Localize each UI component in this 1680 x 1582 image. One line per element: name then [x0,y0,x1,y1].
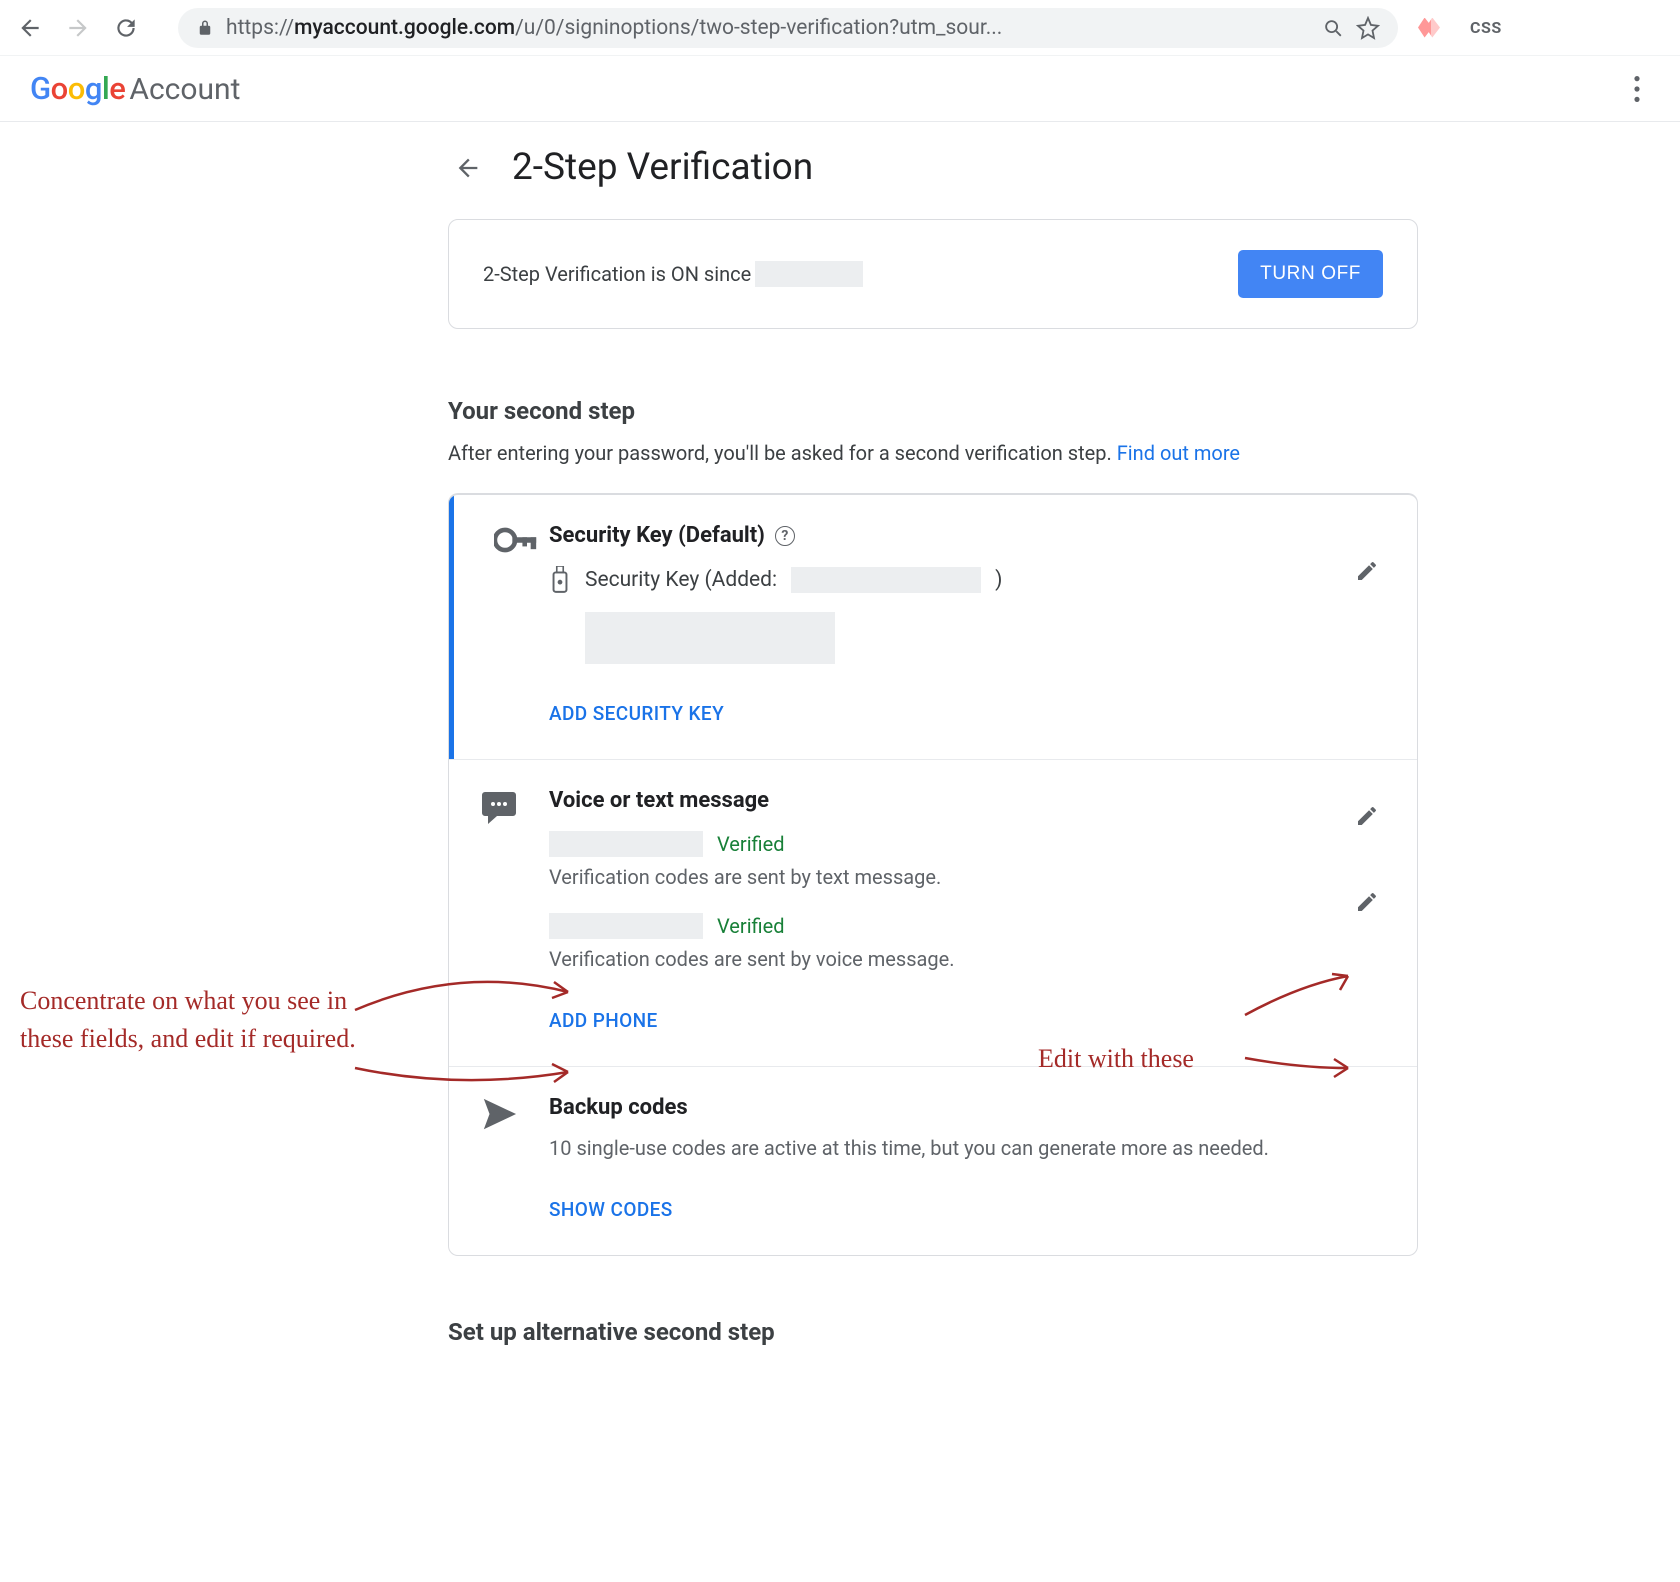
content: 2-Step Verification is ON since TURN OFF… [448,219,1418,1346]
sms-icon [481,790,517,824]
google-account-logo[interactable]: Google Account [30,70,240,107]
extension-icon[interactable] [1418,18,1440,38]
annotation-arrow-1 [350,960,580,1030]
annotation-left: Concentrate on what you see in these fie… [20,982,370,1057]
address-bar[interactable]: https://myaccount.google.com/u/0/signino… [178,8,1398,48]
security-key-entry: Security Key (Added: ) [549,566,1383,594]
methods-card: Security Key (Default) ? Security Key (A… [448,493,1418,1256]
airplane-icon [480,1097,518,1133]
lock-icon [196,19,214,37]
method-backup-codes: Backup codes 10 single-use codes are act… [449,1066,1417,1255]
app-header: Google Account [0,56,1680,122]
alternative-step-heading: Set up alternative second step [448,1318,1418,1346]
phone-entry-1: Verified [549,831,1383,857]
voice-text-title: Voice or text message [549,788,1383,813]
status-text: 2-Step Verification is ON since [483,261,863,287]
help-icon[interactable]: ? [775,526,795,546]
backup-codes-title: Backup codes [549,1095,1383,1120]
key-icon [494,525,538,555]
second-step-heading: Your second step [448,397,1418,425]
security-key-detail-redacted [585,612,1383,664]
edit-phone-1-button[interactable] [1355,804,1379,828]
annotation-arrow-4 [1240,1050,1360,1090]
google-logo: Google [30,70,125,107]
phone-2-redacted [549,913,703,939]
annotation-arrow-3 [1240,970,1360,1020]
status-date-redacted [755,261,863,287]
turn-off-button[interactable]: TURN OFF [1238,250,1383,298]
reload-button[interactable] [112,14,140,42]
edit-phone-2-button[interactable] [1355,890,1379,914]
phone-2-desc: Verification codes are sent by voice mes… [549,947,1383,971]
annotation-right: Edit with these [1038,1040,1194,1078]
bookmark-star-icon[interactable] [1356,16,1380,40]
nav-back-button[interactable] [16,14,44,42]
account-word: Account [129,72,240,107]
verified-label: Verified [717,914,785,938]
page-title: 2-Step Verification [512,146,813,189]
nav-forward-button[interactable] [64,14,92,42]
phone-1-redacted [549,831,703,857]
annotation-arrow-2 [350,1050,580,1100]
add-security-key-button[interactable]: ADD SECURITY KEY [549,702,1383,725]
browser-toolbar: https://myaccount.google.com/u/0/signino… [0,0,1680,56]
show-codes-button[interactable]: SHOW CODES [549,1198,1383,1221]
more-menu-button[interactable] [1624,66,1650,112]
edit-security-key-button[interactable] [1355,559,1379,583]
second-step-sub: After entering your password, you'll be … [448,441,1418,465]
find-out-more-link[interactable]: Find out more [1117,441,1240,465]
method-security-key: Security Key (Default) ? Security Key (A… [449,495,1417,759]
phone-entry-2: Verified [549,913,1383,939]
status-card: 2-Step Verification is ON since TURN OFF [448,219,1418,329]
verified-label: Verified [717,832,785,856]
css-extension-icon[interactable]: CSS [1470,18,1502,37]
search-address-icon[interactable] [1322,17,1344,39]
page-title-row: 2-Step Verification [0,122,1680,219]
backup-codes-desc: 10 single-use codes are active at this t… [549,1136,1383,1160]
security-key-title: Security Key (Default) ? [549,523,1383,548]
url-text: https://myaccount.google.com/u/0/signino… [226,16,1310,40]
phone-1-desc: Verification codes are sent by text mess… [549,865,1383,889]
usb-key-icon [549,566,571,594]
page-back-button[interactable] [448,148,488,188]
security-key-date-redacted [791,567,981,593]
